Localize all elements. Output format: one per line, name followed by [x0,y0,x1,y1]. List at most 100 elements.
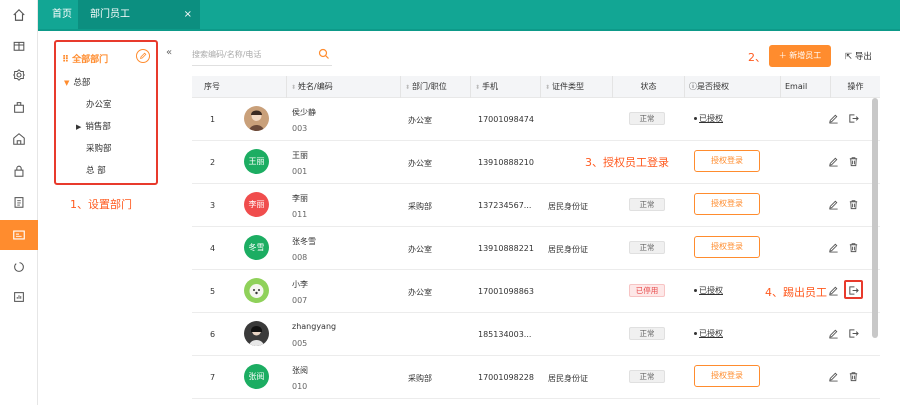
logout-icon[interactable] [848,328,859,339]
row-index: 6 [210,330,216,339]
logout-icon[interactable] [848,285,859,296]
edit-department-button[interactable] [136,49,150,63]
all-departments[interactable]: ⠿ 全部部门 [62,52,108,65]
nav-staff[interactable] [0,220,38,250]
nav-lock[interactable] [0,156,38,186]
export-label: 导出 [854,52,872,62]
col-actions: 操作 [830,76,880,98]
dot-icon [694,117,697,120]
authorized-link[interactable]: 已授权 [694,113,723,124]
avatar: 李丽 [244,192,269,217]
dept-node-office[interactable]: 办公室 [86,98,112,110]
dept-node-sales-label: 销售部 [85,122,111,132]
dept-node-root[interactable]: ▼ 总部 [64,76,90,88]
col-authorized: ⓘ是否授权 [684,76,780,98]
table-row: 1 侯少静 003 办公室 17001098474 正常 已授权 [192,98,880,141]
authorize-login-button[interactable]: 授权登录 [694,193,760,215]
edit-icon[interactable] [828,113,839,124]
row-code: 001 [292,167,308,176]
row-code: 007 [292,296,308,305]
row-name: zhangyang [292,322,337,331]
dept-node-root-label: 总部 [73,78,91,88]
nav-clipboard[interactable] [0,187,38,217]
sort-icon: ⬍ [291,84,297,91]
authorized-link[interactable]: 已授权 [694,285,723,296]
row-name: 张阅 [292,366,308,375]
col-id-type-label: 证件类型 [552,82,585,91]
clipboard-icon [14,197,24,208]
nav-report[interactable] [0,282,38,312]
search-icon[interactable] [318,48,330,60]
col-department[interactable]: ⬍ 部门/职位 [400,76,470,98]
col-name-label: 姓名/编码 [298,82,333,91]
app-window: 首页 部门员工 × ⠿ 全部部门 ▼ 总部 办公室 ▶ 销售部 采购部 总 部 1、… [0,0,900,405]
nav-refresh[interactable] [0,252,38,282]
row-name: 王丽 [292,151,308,160]
edit-icon[interactable] [828,328,839,339]
col-id-type[interactable]: ⬍ 证件类型 [540,76,612,98]
status-badge: 正常 [629,198,665,211]
row-phone: 17001098228 [478,373,534,382]
export-button[interactable]: ⇱ 导出 [845,50,872,62]
trash-icon[interactable] [848,199,859,210]
bag-icon [14,102,24,113]
close-icon[interactable]: × [184,0,192,29]
col-department-label: 部门/职位 [412,82,447,91]
row-index: 5 [210,287,216,296]
tab-home[interactable]: 首页 [52,0,72,29]
export-icon: ⇱ [845,52,855,62]
nav-gift[interactable] [0,30,38,60]
trash-icon[interactable] [848,156,859,167]
status-badge: 正常 [629,370,665,383]
edit-icon[interactable] [828,285,839,296]
table-scrollbar[interactable] [872,98,878,338]
search-input[interactable] [192,44,312,64]
dot-icon [694,332,697,335]
nav-bag[interactable] [0,92,38,122]
row-department: 办公室 [408,159,432,168]
authorize-login-button[interactable]: 授权登录 [694,236,760,258]
row-code: 011 [292,210,308,219]
col-phone[interactable]: ⬍ 手机 [470,76,540,98]
caret-down-icon: ▼ [64,79,70,87]
authorize-login-button[interactable]: 授权登录 [694,150,760,172]
row-phone: 17001098474 [478,115,534,124]
col-name[interactable]: ⬍ 姓名/编码 [286,76,401,98]
row-index: 4 [210,244,216,253]
row-name: 张冬雪 [292,237,316,246]
row-id-type: 居民身份证 [548,374,588,383]
row-code: 008 [292,253,308,262]
table-header: 序号 ⬍ 姓名/编码 ⬍ 部门/职位 ⬍ 手机 ⬍ 证件类型 状态 ⓘ是否授权 Emai… [192,76,880,98]
trash-icon[interactable] [848,242,859,253]
pencil-icon [140,52,147,59]
table-row: 3 李丽 李丽 011 采购部 137234567... 居民身份证 正常 授权… [192,184,880,227]
avatar: 王丽 [244,149,269,174]
home-icon [13,8,25,21]
dept-node-hq[interactable]: 总 部 [86,164,106,176]
dept-node-purchase[interactable]: 采购部 [86,142,112,154]
authorized-link[interactable]: 已授权 [694,328,723,339]
tab-department-staff[interactable]: 部门员工 × [78,0,200,29]
nav-settings[interactable] [0,60,38,90]
add-staff-button[interactable]: ＋ 新增员工 [769,45,831,67]
edit-icon[interactable] [828,156,839,167]
edit-icon[interactable] [828,242,839,253]
id-card-icon [13,230,25,240]
edit-icon[interactable] [828,371,839,382]
grid-icon: ⠿ [62,55,73,65]
edit-icon[interactable] [828,199,839,210]
dept-node-sales[interactable]: ▶ 销售部 [76,120,111,132]
table-row: 4 冬雪 张冬雪 008 办公室 13910888221 居民身份证 正常 授权… [192,227,880,270]
col-index: 序号 [204,82,220,91]
refresh-icon [14,262,24,272]
trash-icon[interactable] [848,371,859,382]
collapse-icon[interactable]: « [166,47,172,58]
annotation-kick-out: 4、踢出员工 [765,286,827,299]
nav-store[interactable] [0,124,38,154]
avatar [244,278,269,303]
store-icon [13,133,25,145]
nav-home[interactable] [0,0,38,30]
logout-icon[interactable] [848,113,859,124]
authorize-login-button[interactable]: 授权登录 [694,365,760,387]
row-index: 7 [210,373,216,382]
